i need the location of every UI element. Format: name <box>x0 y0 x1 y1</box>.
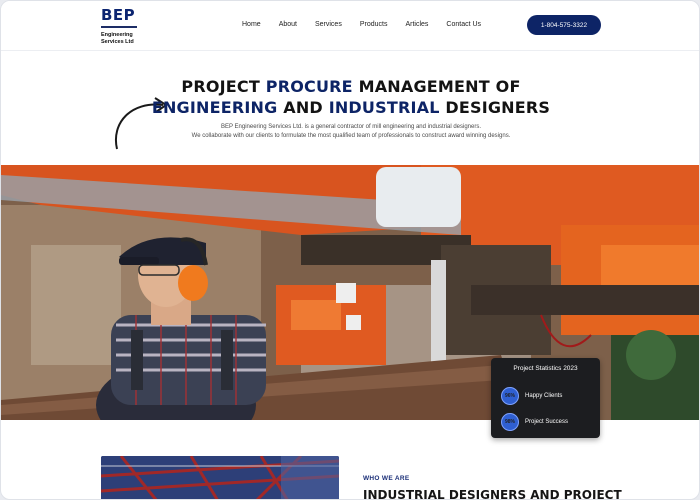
hero-title-line-1: PROJECT PROCURE MANAGEMENT OF <box>1 76 699 98</box>
hero-description-line-1: BEP Engineering Services Ltd. is a gener… <box>220 124 482 130</box>
page-frame: BEP Engineering Services Ltd Home About … <box>0 0 700 500</box>
logo-rule <box>101 26 137 28</box>
hero-description-line-2: We collaborate with our clients to formu… <box>191 133 511 139</box>
phone-button[interactable]: 1-804-575-3322 <box>527 15 601 35</box>
nav-about[interactable]: About <box>279 21 297 28</box>
nav-services[interactable]: Services <box>315 21 342 28</box>
hero-title-highlight: INDUSTRIAL <box>328 98 440 117</box>
logo-subtitle: Engineering Services Ltd <box>101 32 134 45</box>
stat-label: Happy Clients <box>525 393 563 399</box>
hero-title-highlight: ENGINEERING <box>151 98 278 117</box>
about-image-illustration <box>101 456 339 499</box>
top-nav: BEP Engineering Services Ltd Home About … <box>1 1 699 51</box>
hero-title-text: MANAGEMENT OF <box>352 77 521 96</box>
stat-happy-clients: 96% Happy Clients <box>501 387 562 405</box>
logo-mark: BEP <box>101 6 136 24</box>
stat-value: 96% <box>501 387 519 405</box>
hero-title-text: DESIGNERS <box>439 98 551 117</box>
section-eyebrow: WHO WE ARE <box>363 475 410 482</box>
section-title: INDUSTRIAL DESIGNERS AND PROJECT <box>363 488 622 500</box>
nav-articles[interactable]: Articles <box>405 21 428 28</box>
hero-title-highlight: PROCURE <box>265 77 353 96</box>
main-menu: Home About Services Products Articles Co… <box>242 21 499 28</box>
stat-value: 98% <box>501 413 519 431</box>
about-image <box>101 456 339 499</box>
brand-logo[interactable]: BEP Engineering Services Ltd <box>101 7 151 46</box>
hero-title-text: AND <box>277 98 329 117</box>
stats-title: Project Statistics 2023 <box>513 365 578 372</box>
nav-home[interactable]: Home <box>242 21 261 28</box>
nav-products[interactable]: Products <box>360 21 388 28</box>
stat-project-success: 98% Project Success <box>501 413 568 431</box>
hero-title-text: PROJECT <box>181 77 266 96</box>
stat-label: Project Success <box>525 419 569 425</box>
nav-contact-us[interactable]: Contact Us <box>446 21 481 28</box>
hero-title-line-2: ENGINEERING AND INDUSTRIAL DESIGNERS <box>1 97 699 119</box>
